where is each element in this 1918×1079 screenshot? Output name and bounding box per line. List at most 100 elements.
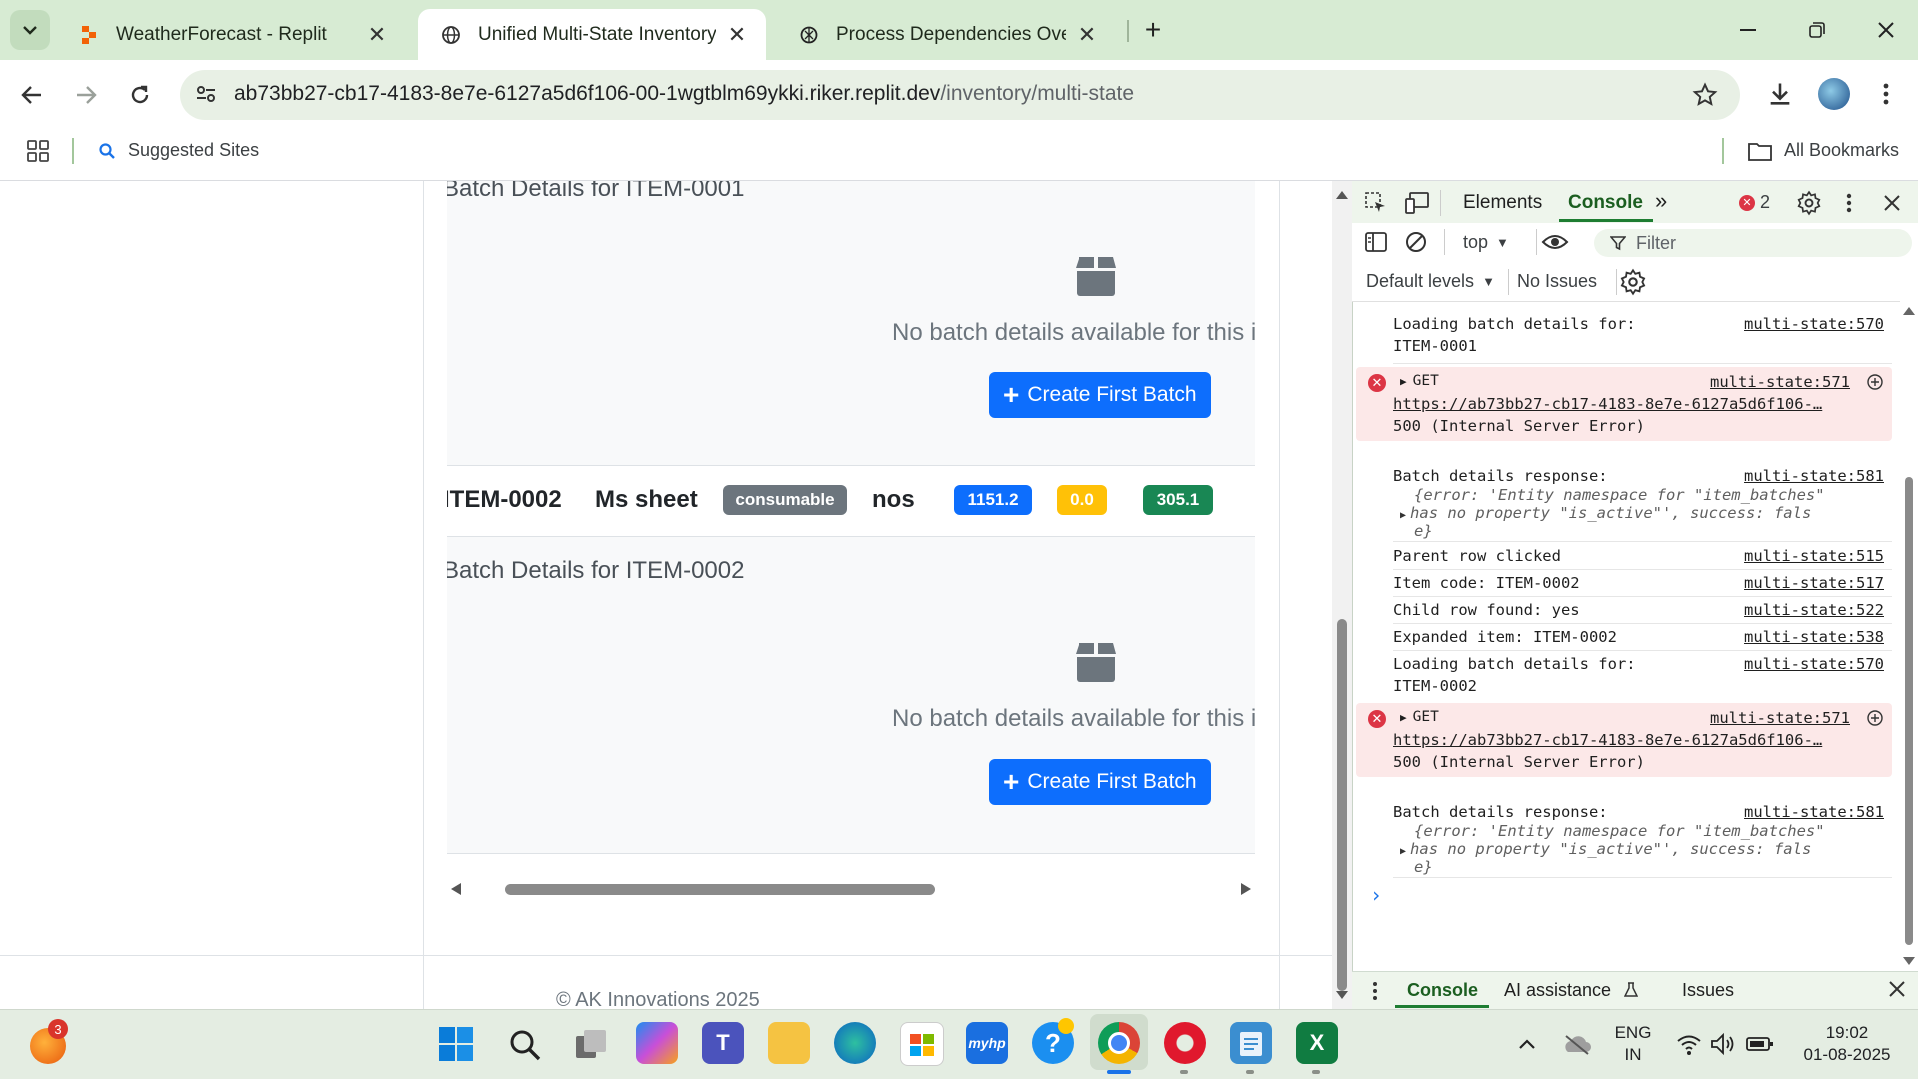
tab-weatherforecast[interactable]: WeatherForecast - Replit ✕ bbox=[56, 9, 406, 60]
edge-icon[interactable] bbox=[834, 1022, 876, 1064]
live-expression-eye-icon[interactable] bbox=[1540, 228, 1570, 256]
request-url-link[interactable]: https://ab73bb27-cb17-4183-8e7e-6127a5d6… bbox=[1393, 731, 1822, 749]
console-settings-gear-icon[interactable] bbox=[1619, 268, 1647, 296]
tray-chevron-up-icon[interactable] bbox=[1516, 1034, 1538, 1054]
microsoft-store-icon[interactable] bbox=[900, 1022, 944, 1066]
tab-process-dependencies[interactable]: Process Dependencies Overview ✕ bbox=[776, 9, 1116, 60]
excel-icon[interactable]: X bbox=[1296, 1022, 1338, 1064]
settings-gear-icon[interactable] bbox=[1796, 190, 1822, 216]
source-link[interactable]: multi-state:517 bbox=[1744, 574, 1884, 592]
error-counter[interactable]: ✕ 2 bbox=[1739, 192, 1770, 213]
request-url-link[interactable]: https://ab73bb27-cb17-4183-8e7e-6127a5d6… bbox=[1393, 395, 1822, 413]
battery-icon[interactable] bbox=[1746, 1034, 1774, 1054]
scroll-left-arrow-icon bbox=[451, 883, 461, 895]
all-bookmarks-button[interactable]: All Bookmarks bbox=[1748, 140, 1899, 161]
levels-dropdown[interactable]: Default levels ▼ bbox=[1366, 271, 1495, 292]
tab-search-button[interactable] bbox=[10, 10, 50, 50]
onedrive-icon[interactable] bbox=[1562, 1032, 1592, 1056]
source-link[interactable]: multi-state:522 bbox=[1744, 601, 1884, 619]
source-link[interactable]: multi-state:571 bbox=[1710, 373, 1850, 391]
get-request[interactable]: ▶ GET bbox=[1400, 373, 1439, 389]
source-link[interactable]: multi-state:570 bbox=[1744, 655, 1884, 673]
excel-running-indicator bbox=[1312, 1070, 1320, 1074]
file-explorer-icon[interactable] bbox=[768, 1022, 810, 1064]
log-separator bbox=[1393, 363, 1892, 364]
source-link[interactable]: multi-state:515 bbox=[1744, 547, 1884, 565]
wifi-icon[interactable] bbox=[1676, 1032, 1702, 1056]
console-scrollbar[interactable] bbox=[1900, 301, 1918, 971]
source-link[interactable]: multi-state:570 bbox=[1744, 315, 1884, 333]
horizontal-scrollbar[interactable] bbox=[447, 874, 1255, 904]
tab-unified-inventory[interactable]: Unified Multi-State Inventory - A ✕ bbox=[418, 9, 766, 60]
filter-input[interactable]: Filter bbox=[1594, 229, 1912, 257]
console-message: Batch details response: multi-state:581 … bbox=[1356, 803, 1892, 877]
source-link[interactable]: multi-state:571 bbox=[1710, 709, 1850, 727]
clock[interactable]: 19:02 01-08-2025 bbox=[1792, 1022, 1902, 1066]
more-options-icon[interactable] bbox=[1876, 80, 1896, 108]
source-link[interactable]: multi-state:581 bbox=[1744, 803, 1884, 821]
inspect-element-icon[interactable] bbox=[1364, 191, 1388, 215]
windows-start-icon[interactable] bbox=[438, 1026, 474, 1062]
devtools-menu-icon[interactable] bbox=[1842, 190, 1856, 216]
console-prompt-input[interactable]: › bbox=[1370, 883, 1382, 907]
volume-icon[interactable] bbox=[1710, 1032, 1736, 1056]
chrome-icon[interactable] bbox=[1098, 1022, 1140, 1064]
log-text: Batch details response: bbox=[1393, 803, 1608, 821]
globe-icon bbox=[440, 24, 462, 46]
copilot-icon[interactable] bbox=[636, 1022, 678, 1064]
opera-icon[interactable] bbox=[1164, 1022, 1206, 1064]
myhp-icon[interactable]: myhp bbox=[966, 1022, 1008, 1064]
bookmark-suggested-sites[interactable]: Suggested Sites bbox=[98, 140, 259, 161]
notepad-icon[interactable] bbox=[1230, 1022, 1272, 1064]
site-info-icon[interactable] bbox=[194, 82, 218, 106]
create-first-batch-button[interactable]: + Create First Batch bbox=[989, 372, 1211, 418]
close-icon[interactable]: ✕ bbox=[726, 22, 748, 47]
drawer-tab-issues[interactable]: Issues bbox=[1682, 980, 1734, 1001]
tab-console[interactable]: Console bbox=[1568, 192, 1643, 214]
clear-console-icon[interactable] bbox=[1404, 230, 1428, 254]
new-tab-button[interactable]: + bbox=[1133, 12, 1173, 48]
create-first-batch-button[interactable]: + Create First Batch bbox=[989, 759, 1211, 805]
task-view-icon[interactable] bbox=[574, 1028, 608, 1062]
profile-avatar[interactable] bbox=[1818, 78, 1850, 110]
teams-icon[interactable]: T bbox=[702, 1022, 744, 1064]
get-request[interactable]: ▶ GET bbox=[1400, 709, 1439, 725]
download-icon[interactable] bbox=[1766, 80, 1794, 108]
source-link[interactable]: multi-state:538 bbox=[1744, 628, 1884, 646]
sidebar-toggle-icon[interactable] bbox=[1364, 230, 1388, 254]
close-drawer-icon[interactable] bbox=[1888, 980, 1906, 998]
restore-button[interactable] bbox=[1797, 12, 1837, 48]
reload-button[interactable] bbox=[122, 77, 158, 113]
reload-icon bbox=[131, 85, 149, 104]
bookmark-star-icon[interactable] bbox=[1692, 82, 1718, 108]
table-row-item-0002[interactable]: ITEM-0002 Ms sheet consumable nos 1151.2… bbox=[447, 466, 1255, 537]
drawer-menu-icon[interactable] bbox=[1370, 980, 1380, 1002]
log-text: Parent row clicked bbox=[1393, 547, 1561, 565]
close-icon[interactable]: ✕ bbox=[1076, 22, 1098, 47]
page-vertical-scrollbar[interactable] bbox=[1332, 181, 1352, 1009]
url-text[interactable]: ab73bb27-cb17-4183-8e7e-6127a5d6f106-00-… bbox=[234, 82, 1134, 106]
apps-grid-icon[interactable] bbox=[26, 139, 50, 163]
tab-elements[interactable]: Elements bbox=[1463, 192, 1542, 214]
network-globe-icon[interactable] bbox=[1866, 373, 1884, 391]
forward-button[interactable] bbox=[68, 77, 104, 113]
issues-counter[interactable]: No Issues bbox=[1517, 271, 1597, 292]
back-button[interactable] bbox=[14, 77, 50, 113]
drawer-tab-console[interactable]: Console bbox=[1407, 980, 1478, 1001]
object-preview[interactable]: ▶ has no property "is_active"', success: … bbox=[1400, 840, 1811, 858]
context-selector[interactable]: top ▼ bbox=[1463, 232, 1509, 253]
language-indicator[interactable]: ENG IN bbox=[1608, 1022, 1658, 1066]
network-globe-icon[interactable] bbox=[1866, 709, 1884, 727]
close-devtools-icon[interactable] bbox=[1882, 193, 1902, 213]
window-close-button[interactable] bbox=[1866, 12, 1906, 48]
device-toolbar-icon[interactable] bbox=[1404, 191, 1430, 215]
minimize-button[interactable] bbox=[1728, 12, 1768, 48]
drawer-tab-ai-assistance[interactable]: AI assistance bbox=[1504, 980, 1639, 1001]
quantity-badge-yellow: 0.0 bbox=[1057, 485, 1107, 515]
taskbar-search-icon[interactable] bbox=[508, 1028, 542, 1062]
log-text: GET bbox=[1412, 373, 1439, 389]
close-icon[interactable]: ✕ bbox=[366, 22, 388, 47]
object-preview[interactable]: ▶ has no property "is_active"', success: … bbox=[1400, 504, 1811, 522]
more-tabs-icon[interactable]: » bbox=[1655, 188, 1667, 214]
bookmark-label: All Bookmarks bbox=[1784, 140, 1900, 160]
